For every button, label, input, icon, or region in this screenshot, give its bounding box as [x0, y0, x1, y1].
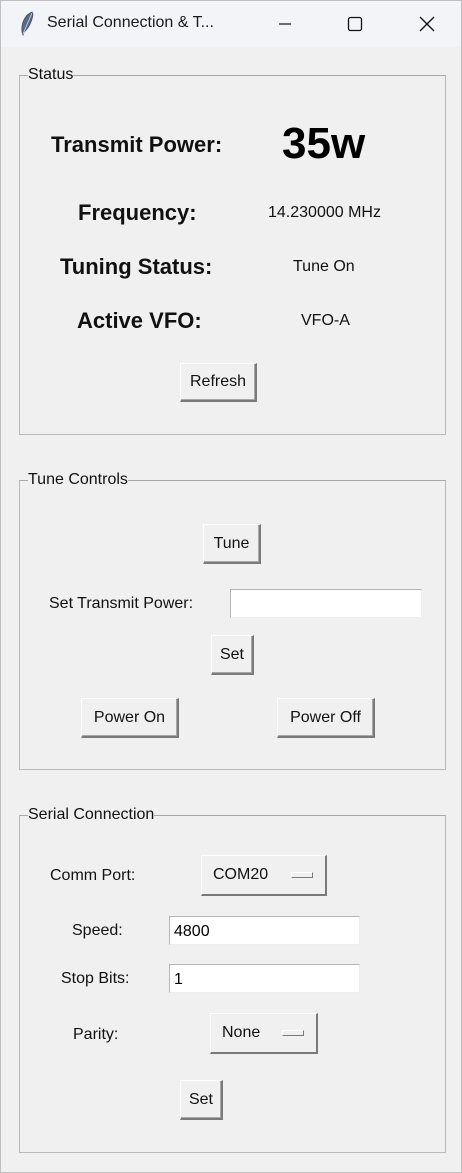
maximize-icon	[347, 16, 363, 32]
option-indicator-icon	[291, 872, 313, 878]
active-vfo-value: VFO-A	[301, 312, 350, 329]
serial-connection-legend: Serial Connection	[28, 806, 155, 823]
parity-label: Parity:	[73, 1026, 119, 1043]
comm-port-value: COM20	[213, 866, 269, 883]
option-indicator-icon	[282, 1030, 304, 1036]
active-vfo-label: Active VFO:	[77, 308, 202, 333]
maximize-button[interactable]	[327, 1, 383, 47]
tune-controls-legend: Tune Controls	[28, 471, 128, 488]
comm-port-select[interactable]: COM20	[201, 855, 327, 896]
serial-set-button[interactable]: Set	[180, 1080, 223, 1120]
minimize-icon	[279, 23, 291, 25]
speed-label: Speed:	[72, 922, 123, 939]
frequency-value: 14.230000 MHz	[268, 204, 381, 221]
refresh-button[interactable]: Refresh	[180, 363, 257, 402]
tuning-status-label: Tuning Status:	[60, 254, 213, 279]
status-legend: Status	[28, 66, 74, 83]
window-title: Serial Connection & T...	[47, 14, 214, 31]
parity-select[interactable]: None	[210, 1013, 318, 1054]
tuning-status-value: Tune On	[293, 258, 355, 275]
tune-button[interactable]: Tune	[203, 524, 261, 564]
parity-value: None	[222, 1024, 261, 1041]
power-off-button[interactable]: Power Off	[277, 698, 375, 738]
set-transmit-power-label: Set Transmit Power:	[49, 595, 194, 612]
close-icon	[419, 16, 435, 32]
feather-icon	[21, 11, 34, 37]
frequency-label: Frequency:	[78, 200, 197, 225]
stop-bits-input[interactable]	[169, 964, 360, 993]
set-power-button[interactable]: Set	[211, 635, 254, 675]
minimize-button[interactable]	[257, 1, 313, 47]
comm-port-label: Comm Port:	[50, 867, 136, 884]
speed-input[interactable]	[169, 916, 360, 945]
app-window: Serial Connection & T... Status Transmit…	[0, 0, 462, 1173]
title-bar[interactable]: Serial Connection & T...	[1, 1, 461, 47]
close-button[interactable]	[399, 1, 455, 47]
transmit-power-label: Transmit Power:	[51, 132, 223, 157]
stop-bits-label: Stop Bits:	[61, 970, 130, 987]
transmit-power-value: 35w	[282, 119, 366, 168]
power-on-button[interactable]: Power On	[81, 698, 179, 738]
transmit-power-input[interactable]	[230, 589, 422, 618]
